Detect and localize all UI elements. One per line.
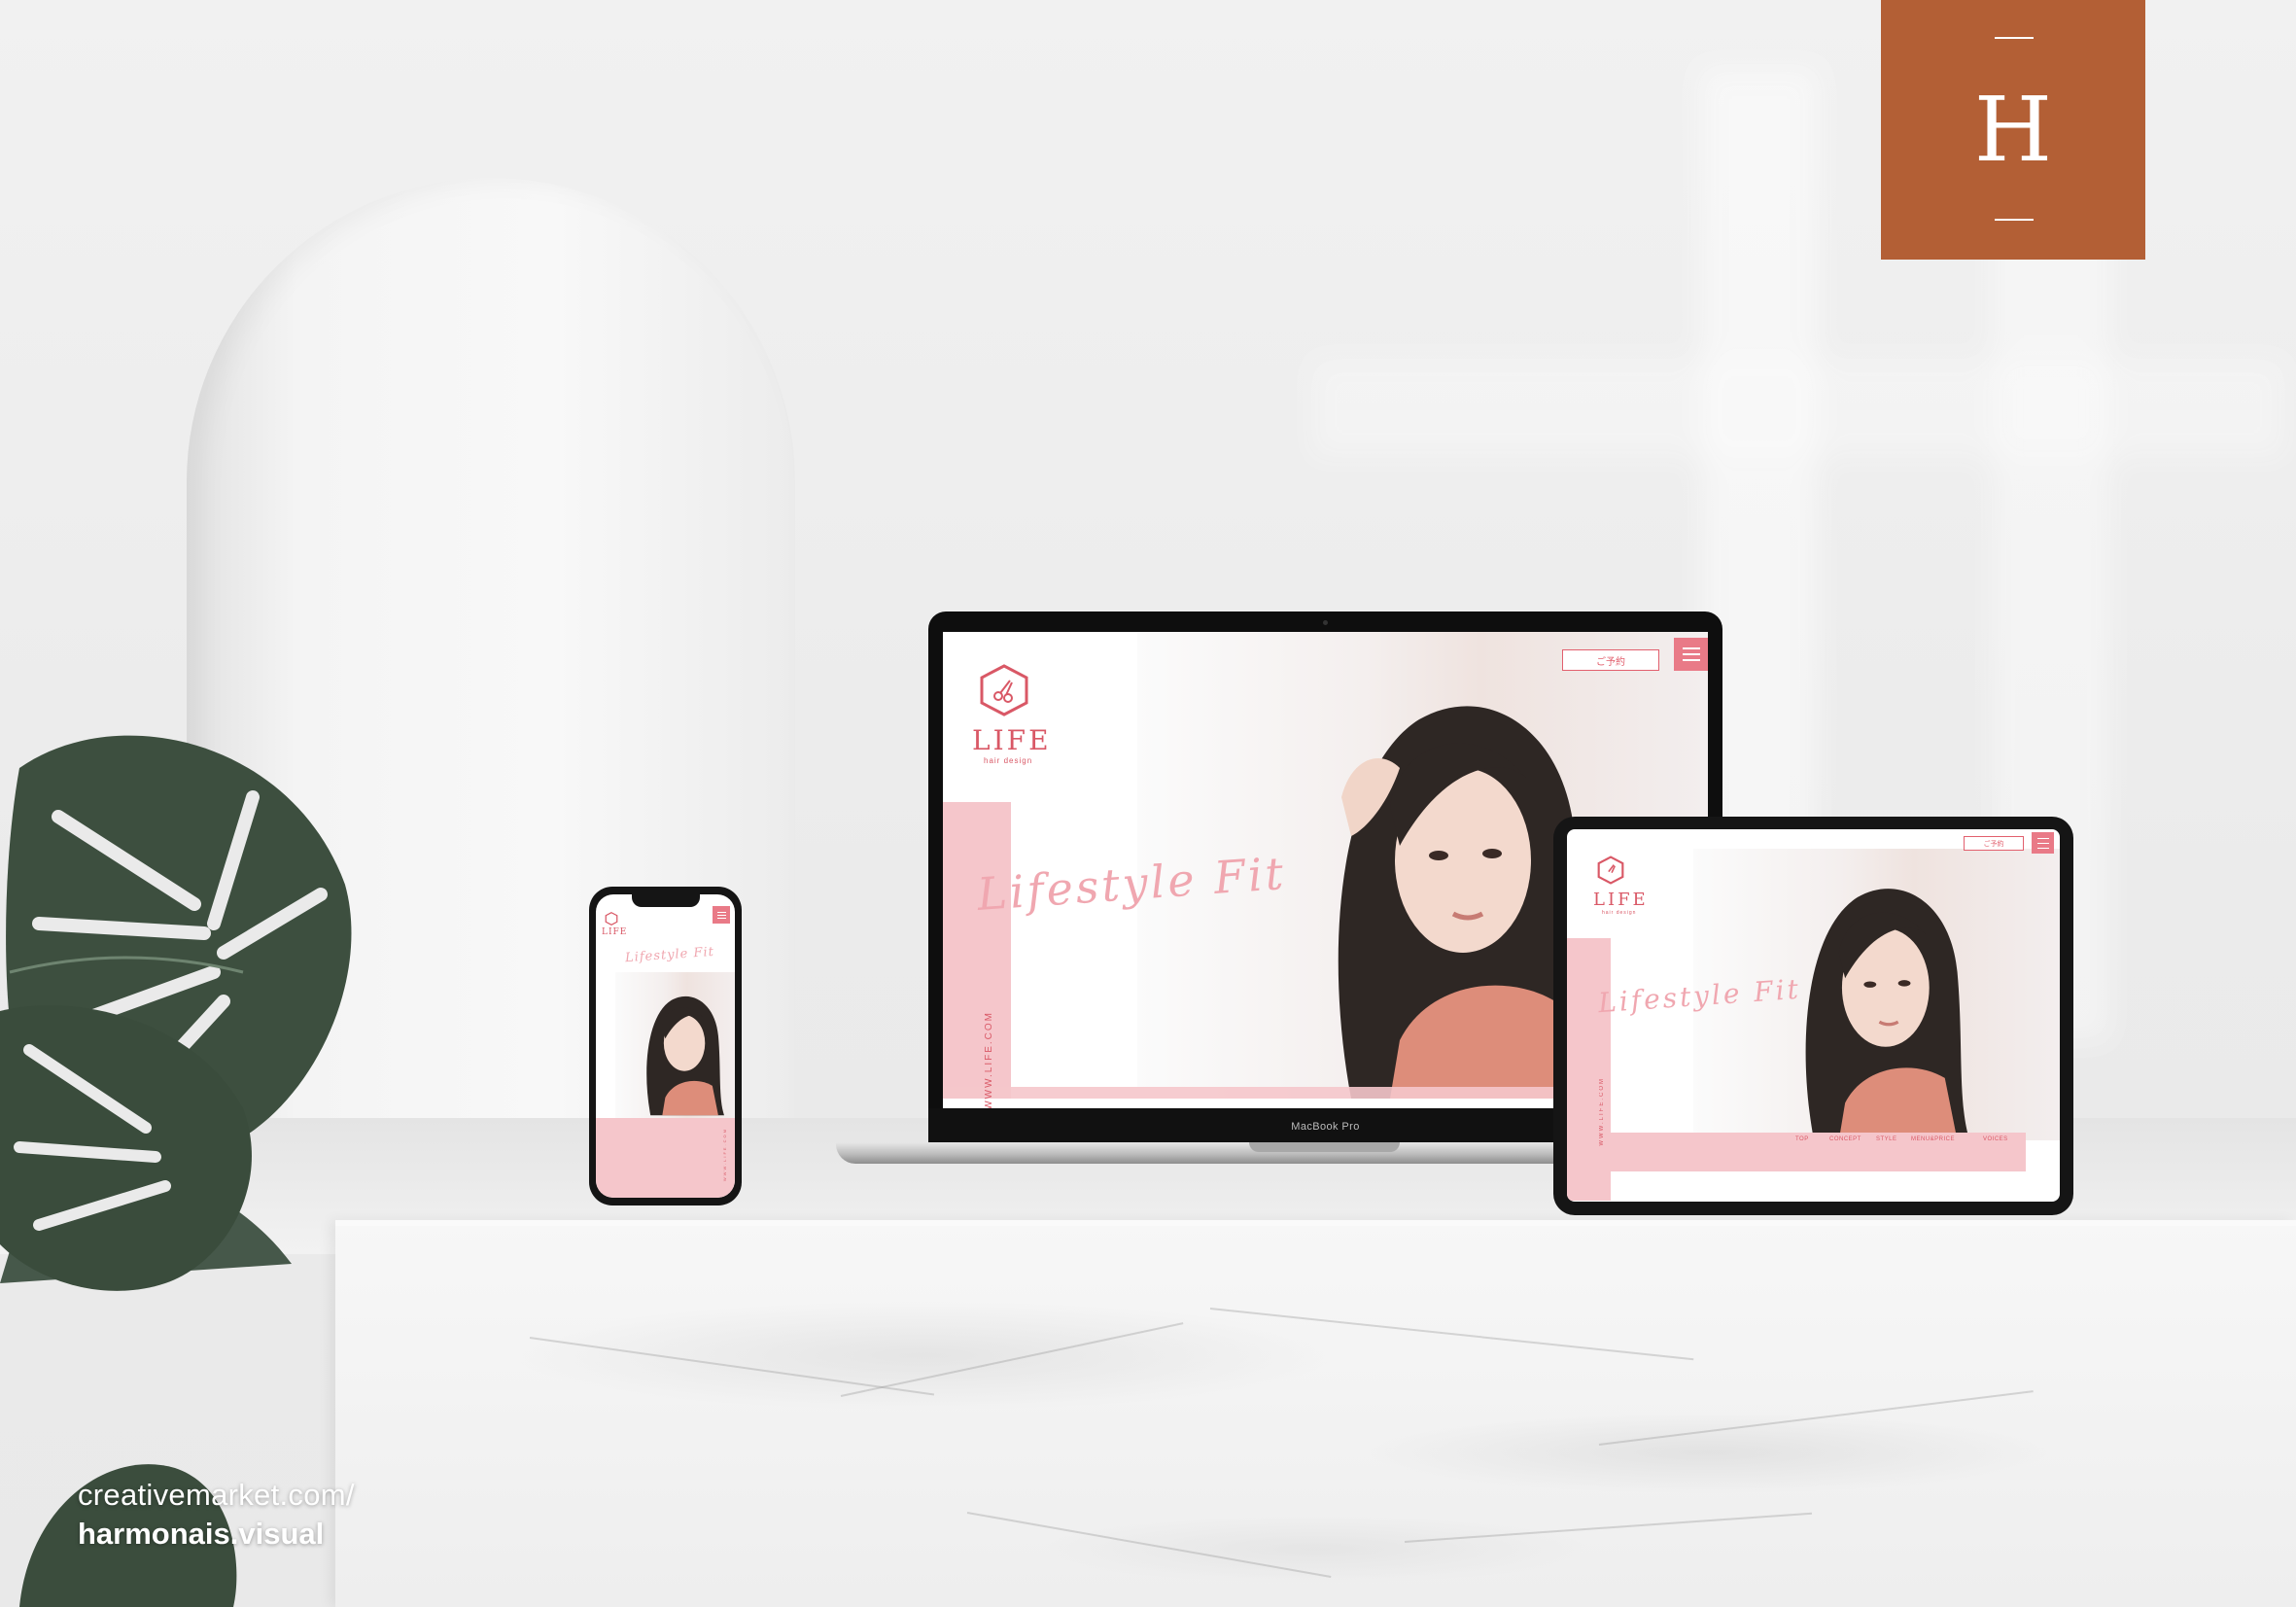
laptop-opening-notch	[1249, 1142, 1400, 1152]
hamburger-menu-icon[interactable]	[1674, 638, 1708, 671]
nav-top[interactable]: TOP	[1795, 1136, 1809, 1142]
hero-pink-panel	[943, 802, 1011, 1099]
site-url: WWW.LIFE.COM	[1599, 1077, 1605, 1146]
tagline: Lifestyle Fit	[624, 944, 715, 966]
nav-concept[interactable]: CONCEPT	[1829, 1136, 1861, 1142]
phone-screen: LIFE Lifestyle Fit WWW.LIFE.COM	[596, 894, 735, 1198]
nav-voices[interactable]: VOICES	[1983, 1136, 2008, 1142]
marble-block	[335, 1220, 2296, 1607]
brand-logo-badge: H	[1881, 0, 2145, 260]
credit-site: creativemarket.com/	[78, 1478, 355, 1512]
scissors-hexagon-icon	[980, 664, 1028, 716]
logo-word: LIFE	[972, 724, 1052, 756]
logo-subtitle: hair design	[984, 756, 1033, 765]
hero-portrait	[646, 996, 724, 1116]
hamburger-menu-icon[interactable]	[713, 906, 730, 924]
logo-word: LIFE	[602, 927, 628, 937]
site-url: WWW.LIFE.COM	[984, 1011, 994, 1108]
monstera-leaf-lower	[0, 1005, 252, 1291]
nav-style[interactable]: STYLE	[1876, 1136, 1897, 1142]
tablet-screen: LIFE hair design Lifestyle Fit WWW.LIFE.…	[1567, 829, 2060, 1202]
reserve-button[interactable]: ご予約	[1964, 836, 2024, 851]
hero-bottom-band	[596, 1118, 735, 1198]
laptop-model-label: MacBook Pro	[1291, 1121, 1360, 1133]
brand-letter: H	[1973, 77, 2053, 182]
logo-subtitle: hair design	[1602, 910, 1637, 916]
scissors-hexagon-icon	[1597, 856, 1624, 885]
scissors-hexagon-icon	[605, 912, 618, 926]
hamburger-menu-icon[interactable]	[2032, 832, 2054, 854]
reserve-button[interactable]: ご予約	[1562, 649, 1659, 671]
nav-menu-price[interactable]: MENU&PRICE	[1911, 1136, 1955, 1142]
phone-notch	[632, 893, 700, 907]
credit-handle: harmonais.visual	[78, 1517, 325, 1551]
logo-word: LIFE	[1593, 890, 1649, 910]
hero-photo	[615, 972, 735, 1118]
laptop-camera	[1323, 620, 1328, 625]
marble-edge	[335, 1220, 2296, 1226]
site-url: WWW.LIFE.COM	[722, 1128, 727, 1182]
